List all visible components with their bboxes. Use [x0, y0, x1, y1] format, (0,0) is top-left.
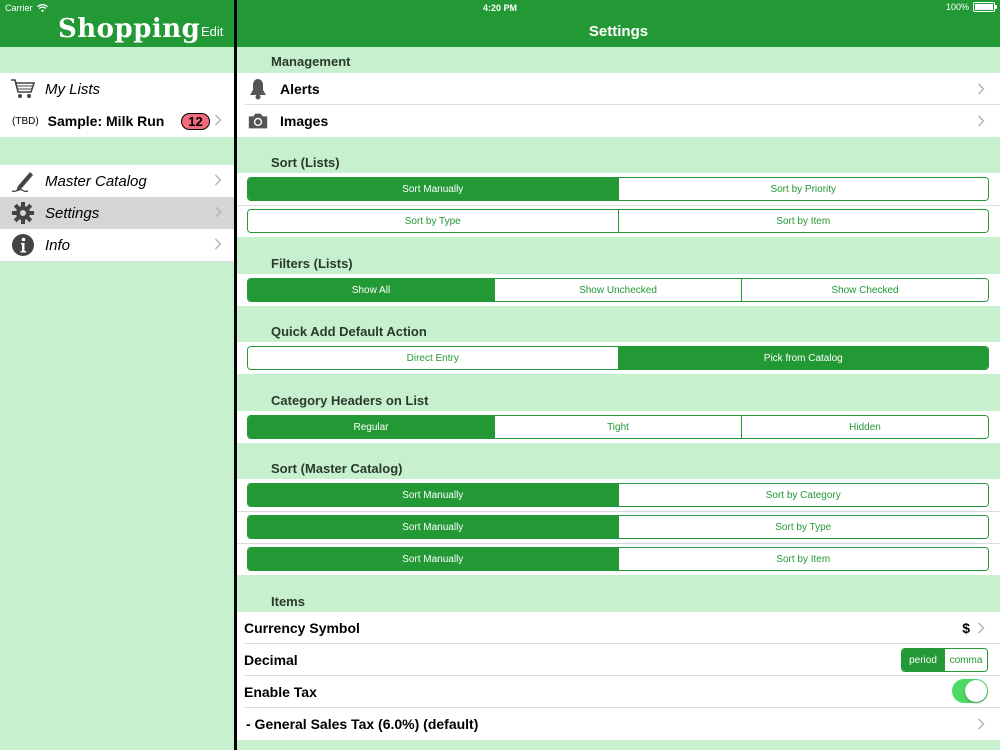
currency-label: Currency Symbol	[244, 620, 360, 636]
alerts-label: Alerts	[280, 81, 320, 97]
sort-option[interactable]: Sort by Item	[617, 210, 988, 232]
sidebar-item-label: Master Catalog	[45, 172, 147, 190]
filter-option[interactable]: Show Unchecked	[494, 279, 741, 301]
sidebar: My Lists (TBD) Sample: Milk Run 12 Maste…	[0, 47, 234, 750]
section-header-filters: Filters (Lists)	[271, 256, 353, 271]
bell-icon	[247, 78, 269, 100]
chevron-right-icon	[214, 206, 222, 218]
chevron-right-icon	[977, 83, 985, 95]
section-header-quick-add: Quick Add Default Action	[271, 324, 427, 339]
enable-tax-row: Enable Tax	[237, 676, 1000, 708]
divider	[0, 261, 234, 262]
currency-value: $	[962, 620, 970, 636]
quick-add-option[interactable]: Direct Entry	[248, 347, 618, 369]
filter-option[interactable]: Show All	[248, 279, 494, 301]
chevron-right-icon	[214, 114, 222, 126]
decimal-control: period comma	[901, 648, 988, 672]
sort-option[interactable]: Sort Manually	[248, 178, 618, 200]
images-label: Images	[280, 113, 329, 129]
sort-option[interactable]: Sort Manually	[248, 548, 618, 570]
filters-control: Show All Show Unchecked Show Checked	[247, 278, 989, 302]
sidebar-item-label: Info	[45, 236, 71, 254]
sort-option[interactable]: Sort by Category	[617, 484, 988, 506]
sales-tax-row[interactable]: - General Sales Tax (6.0%) (default)	[237, 708, 1000, 740]
category-header-option[interactable]: Regular	[248, 416, 494, 438]
camera-icon	[247, 112, 269, 130]
sidebar-item-label: My Lists	[45, 80, 101, 98]
battery-percent: 100%	[945, 2, 969, 12]
chevron-right-icon	[977, 115, 985, 127]
sort-option[interactable]: Sort Manually	[248, 516, 618, 538]
sort-option[interactable]: Sort by Item	[617, 548, 988, 570]
section-header-sort-lists: Sort (Lists)	[271, 155, 340, 170]
list-item[interactable]: (TBD) Sample: Milk Run 12	[0, 105, 234, 137]
sort-catalog-control-1: Sort Manually Sort by Category	[247, 483, 989, 507]
decimal-option-comma[interactable]: comma	[944, 649, 987, 671]
chevron-right-icon	[214, 238, 222, 250]
battery-icon	[973, 2, 997, 12]
chevron-right-icon	[977, 622, 985, 634]
sidebar-item-label: Settings	[45, 204, 100, 222]
sort-option[interactable]: Sort by Type	[248, 210, 618, 232]
pen-icon	[9, 168, 37, 194]
category-headers-control: Regular Tight Hidden	[247, 415, 989, 439]
sales-tax-label: - General Sales Tax (6.0%) (default)	[246, 716, 479, 732]
enable-tax-label: Enable Tax	[244, 684, 317, 700]
settings-panel: Management Alerts Images Sort (Lists) So…	[237, 47, 1000, 750]
chevron-right-icon	[977, 718, 985, 730]
category-header-option[interactable]: Tight	[494, 416, 741, 438]
sort-option[interactable]: Sort Manually	[248, 484, 618, 506]
status-time: 4:20 PM	[482, 3, 517, 13]
list-name: Sample: Milk Run	[47, 113, 165, 129]
quick-add-control: Direct Entry Pick from Catalog	[247, 346, 989, 370]
sort-option[interactable]: Sort by Priority	[617, 178, 988, 200]
sidebar-item-info[interactable]: Info	[0, 229, 234, 261]
decimal-row: Decimal period comma	[237, 644, 1000, 676]
section-header-category-headers: Category Headers on List	[271, 393, 429, 408]
sidebar-item-master-catalog[interactable]: Master Catalog	[0, 165, 234, 197]
images-row[interactable]: Images	[237, 105, 1000, 137]
section-header-management: Management	[271, 54, 351, 69]
enable-tax-toggle[interactable]	[952, 679, 988, 703]
app-title: Shopping	[58, 14, 201, 44]
divider	[237, 205, 1000, 206]
section-header-items: Items	[271, 594, 305, 609]
sort-catalog-control-3: Sort Manually Sort by Item	[247, 547, 989, 571]
decimal-label: Decimal	[244, 652, 298, 668]
info-icon	[9, 232, 37, 258]
divider	[237, 511, 1000, 512]
sort-option[interactable]: Sort by Type	[617, 516, 988, 538]
edit-button[interactable]: Edit	[201, 24, 223, 39]
sidebar-item-my-lists[interactable]: My Lists	[0, 73, 234, 105]
decimal-option-period[interactable]: period	[902, 649, 944, 671]
chevron-right-icon	[214, 174, 222, 186]
sort-lists-control-2: Sort by Type Sort by Item	[247, 209, 989, 233]
section-header-sort-catalog: Sort (Master Catalog)	[271, 461, 403, 476]
quick-add-option[interactable]: Pick from Catalog	[617, 347, 988, 369]
alerts-row[interactable]: Alerts	[237, 73, 1000, 105]
divider	[237, 543, 1000, 544]
battery-indicator: 100%	[945, 2, 997, 12]
filter-option[interactable]: Show Checked	[741, 279, 988, 301]
currency-row[interactable]: Currency Symbol $	[237, 612, 1000, 644]
page-title: Settings	[588, 23, 649, 40]
list-prefix: (TBD)	[12, 115, 39, 127]
sidebar-item-settings[interactable]: Settings	[0, 197, 234, 229]
cart-icon	[9, 76, 37, 102]
count-badge: 12	[181, 113, 210, 130]
gear-icon	[9, 200, 37, 226]
category-header-option[interactable]: Hidden	[741, 416, 988, 438]
sort-catalog-control-2: Sort Manually Sort by Type	[247, 515, 989, 539]
sort-lists-control-1: Sort Manually Sort by Priority	[247, 177, 989, 201]
